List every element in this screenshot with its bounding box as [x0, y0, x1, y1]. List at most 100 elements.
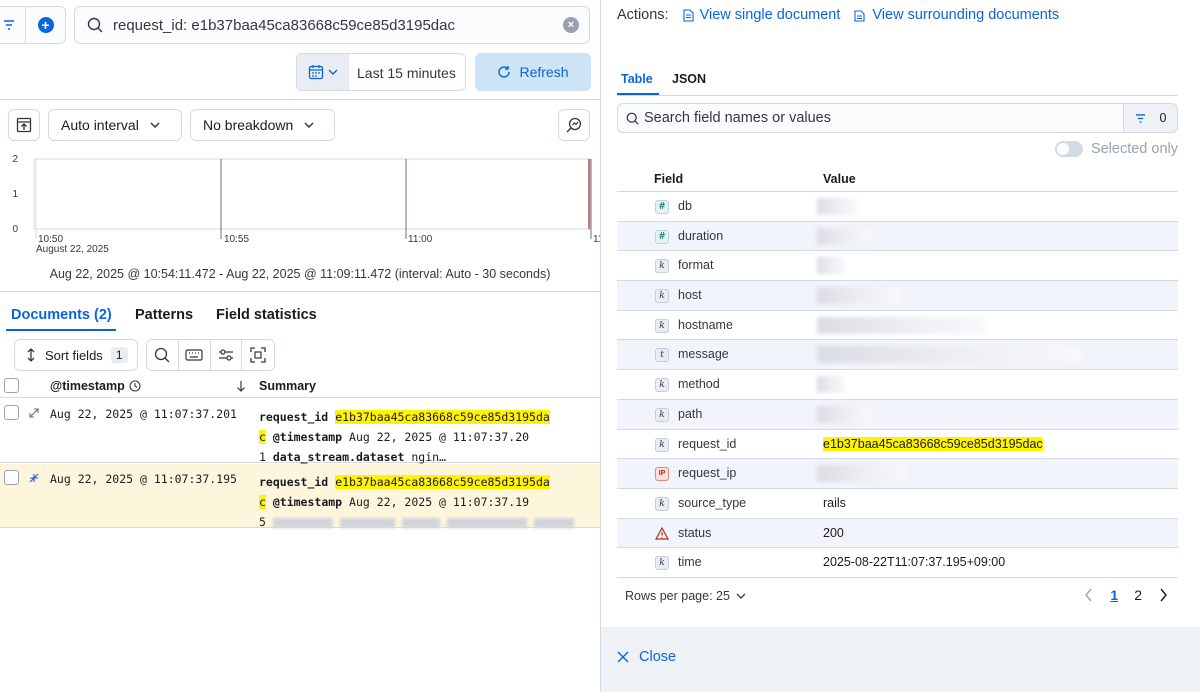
field-row-request-ip[interactable]: IP request_ip	[617, 459, 1178, 489]
summary-key: data_stream.dataset	[272, 450, 405, 464]
page-1-link[interactable]: 1	[1110, 587, 1118, 603]
field-row-status[interactable]: status 200	[617, 518, 1178, 549]
row-checkbox[interactable]	[4, 470, 19, 485]
collapse-icon[interactable]	[28, 472, 40, 484]
x-tick-label: 11:00	[408, 234, 433, 245]
tab-json[interactable]: JSON	[672, 72, 706, 86]
highlighted-value: c	[259, 495, 266, 509]
redacted-value	[817, 346, 1081, 364]
keyword-type-icon: k	[655, 407, 669, 422]
field-name: message	[678, 347, 729, 362]
select-all-checkbox[interactable]	[4, 378, 19, 393]
clear-query-icon[interactable]: ×	[563, 17, 579, 33]
field-row-host[interactable]: k host	[617, 281, 1178, 311]
filter-menu-button[interactable]	[0, 6, 26, 44]
grid-search-button[interactable]	[147, 340, 179, 370]
add-filter-button[interactable]: +	[26, 6, 66, 44]
discover-app: + request_id: e1b37baa45ca83668c59ce85d3…	[0, 0, 1200, 692]
field-type-filter-button[interactable]: 0	[1123, 104, 1177, 132]
field-row-hostname[interactable]: k hostname	[617, 311, 1178, 341]
row-checkbox[interactable]	[4, 405, 19, 420]
histogram-time-range: Aug 22, 2025 @ 10:54:11.472 - Aug 22, 20…	[49, 267, 551, 281]
field-value: e1b37baa45ca83668c59ce85d3195dac	[823, 436, 1043, 451]
selected-only-toggle[interactable]: Selected only	[1054, 141, 1178, 157]
view-single-document-link[interactable]: View single document	[683, 7, 840, 23]
chart-options-button[interactable]	[558, 109, 590, 141]
sort-descending-icon[interactable]	[236, 380, 246, 392]
field-row-message[interactable]: t message	[617, 340, 1178, 371]
tab-documents[interactable]: Documents (2)	[11, 307, 112, 323]
field-column-header: Field	[654, 172, 684, 186]
keyword-type-icon: k	[655, 437, 669, 452]
settings-sliders-icon	[218, 349, 233, 361]
keyword-type-icon: k	[655, 556, 669, 571]
clock-icon	[129, 380, 141, 392]
field-value: rails	[823, 495, 846, 510]
breakdown-label: No breakdown	[203, 117, 294, 133]
quick-menu-button[interactable]	[297, 54, 349, 90]
y-tick-label: 1	[12, 189, 18, 200]
summary-column-header[interactable]: Summary	[259, 379, 316, 393]
active-tab-indicator	[617, 93, 659, 95]
sort-fields-button[interactable]: Sort fields 1	[14, 339, 138, 371]
field-row-request-id[interactable]: k request_id e1b37baa45ca83668c59ce85d3195…	[617, 430, 1178, 460]
table-row[interactable]: Aug 22, 2025 @ 11:07:37.195 request_id e…	[0, 464, 600, 529]
field-name: hostname	[678, 317, 733, 332]
chart-hide-icon	[16, 117, 32, 133]
field-row-source-type[interactable]: k source_type rails	[617, 489, 1178, 519]
redacted-value	[817, 227, 872, 245]
field-row-duration[interactable]: # duration	[617, 221, 1178, 252]
chart-toolbar: Auto interval No breakdown	[0, 101, 600, 151]
toggle-switch[interactable]	[1054, 141, 1083, 157]
chevron-right-icon[interactable]	[1158, 588, 1168, 602]
refresh-icon	[498, 66, 511, 78]
expand-icon[interactable]	[28, 407, 40, 419]
field-row-format[interactable]: k format	[617, 251, 1178, 282]
tab-field-statistics[interactable]: Field statistics	[216, 307, 317, 323]
timestamp-column-header[interactable]: @timestamp	[50, 379, 141, 393]
fullscreen-icon	[250, 347, 266, 363]
pagination: Rows per page: 25 1 2	[617, 585, 1178, 609]
query-text[interactable]: request_id: e1b37baa45ca83668c59ce85d319…	[113, 17, 455, 34]
table-row[interactable]: Aug 22, 2025 @ 11:07:37.201 request_id e…	[0, 399, 600, 464]
field-row-time[interactable]: k time 2025-08-22T11:07:37.195+09:00	[617, 548, 1178, 578]
highlighted-value: e1b37baa45ca83668c59ce85d3195da	[335, 475, 550, 489]
field-row-method[interactable]: k method	[617, 370, 1178, 400]
value-column-header: Value	[823, 172, 856, 186]
rows-per-page-select[interactable]: Rows per page: 25	[625, 589, 746, 603]
summary-key: request_id	[259, 475, 329, 489]
keyboard-shortcuts-button[interactable]	[179, 340, 211, 370]
fullscreen-button[interactable]	[242, 340, 274, 370]
redacted-text	[533, 517, 574, 528]
redacted-value	[817, 257, 845, 275]
display-settings-button[interactable]	[211, 340, 243, 370]
breakdown-select[interactable]: No breakdown	[190, 109, 335, 141]
date-picker[interactable]: Last 15 minutes	[296, 53, 466, 91]
view-surrounding-link[interactable]: View surrounding documents	[854, 7, 1059, 23]
field-row-db[interactable]: # db	[617, 192, 1178, 222]
selected-only-label: Selected only	[1090, 141, 1178, 157]
field-name: source_type	[678, 495, 747, 510]
toggle-chart-button[interactable]	[8, 109, 40, 141]
active-tab-indicator	[6, 329, 116, 331]
field-name: duration	[678, 228, 724, 243]
tab-patterns[interactable]: Patterns	[135, 307, 193, 323]
redacted-value	[817, 405, 873, 423]
refresh-button[interactable]: Refresh	[475, 53, 591, 91]
tab-table[interactable]: Table	[621, 72, 653, 86]
refresh-label: Refresh	[519, 64, 569, 80]
date-range-label[interactable]: Last 15 minutes	[357, 65, 456, 81]
text-type-icon: t	[655, 348, 669, 363]
close-flyout-button[interactable]: Close	[617, 649, 676, 665]
page-2-link[interactable]: 2	[1134, 587, 1142, 603]
query-input[interactable]: request_id: e1b37baa45ca83668c59ce85d319…	[74, 6, 590, 44]
row-summary: request_id e1b37baa45ca83668c59ce85d3195…	[259, 472, 589, 532]
filter-icon	[1135, 113, 1145, 123]
field-row-path[interactable]: k path	[617, 399, 1178, 430]
redacted-value	[817, 465, 907, 483]
chevron-left-icon[interactable]	[1084, 588, 1094, 602]
field-search-input[interactable]: Search field names or values 0	[617, 103, 1178, 133]
interval-select[interactable]: Auto interval	[48, 109, 182, 141]
flyout-footer: Close	[601, 627, 1200, 692]
keyword-type-icon: k	[655, 496, 669, 511]
